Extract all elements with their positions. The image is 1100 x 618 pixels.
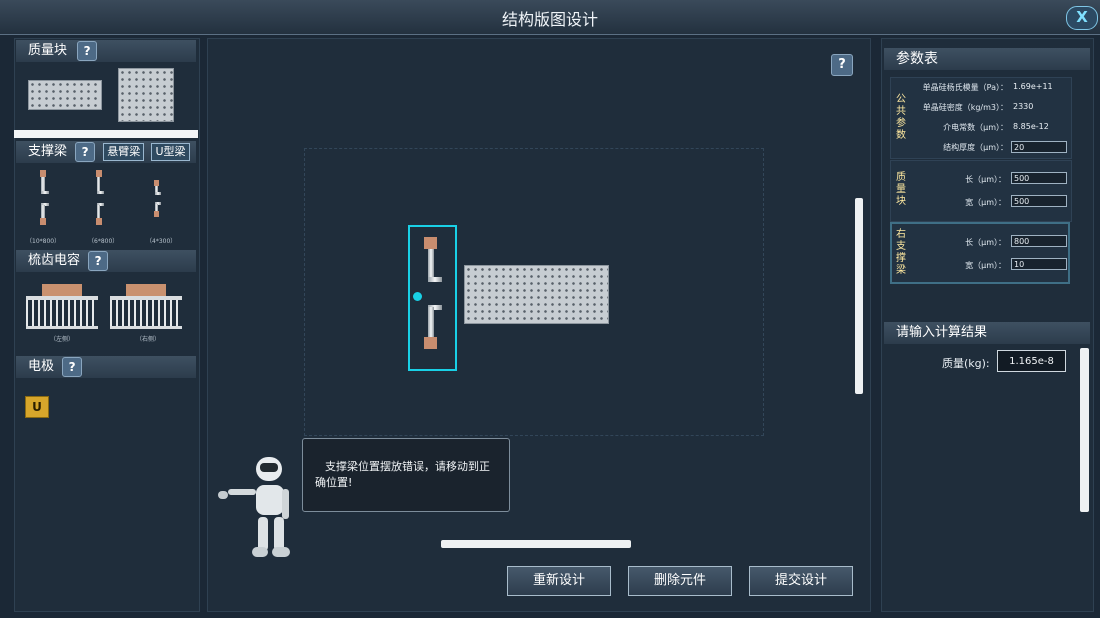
comb-right-label: （右侧） [136, 336, 161, 343]
param-thickness-input[interactable]: 20 [1011, 141, 1067, 153]
close-button[interactable]: X [1066, 6, 1098, 30]
beam-help-icon[interactable]: ? [75, 141, 96, 162]
window-title: 结构版图设计 [501, 10, 598, 29]
mass-block-thumb-2[interactable] [118, 68, 174, 122]
beam-length-input[interactable]: 800 [1011, 235, 1067, 247]
electrode-section-title: 电极 [28, 359, 55, 374]
common-params-label: 公共参数 [896, 94, 906, 141]
vertical-scrollbar[interactable] [855, 198, 863, 394]
comb-left-thumb[interactable] [26, 284, 98, 330]
beam-width-name: 宽（μm）： [965, 261, 1006, 270]
param-density-value: 2330 [1013, 102, 1034, 111]
beam-length-name: 长（μm）： [965, 238, 1006, 247]
mass-section-header: 质量块 ? [16, 40, 196, 62]
assistant-message-box: 支撑梁位置摆放错误，请移动到正确位置! [302, 438, 510, 512]
cantilever-tab[interactable]: 悬臂梁 [103, 142, 145, 161]
mass-params-label: 质量块 [896, 172, 906, 207]
placed-mass-block[interactable] [464, 265, 609, 324]
assistant-message-text: 支撑梁位置摆放错误，请移动到正确位置! [315, 460, 490, 489]
mass-params-group [890, 160, 1072, 222]
mass-block-thumb-1[interactable] [28, 80, 102, 110]
result-mass-label: 质量(kg): [942, 357, 990, 370]
param-youngs-value: 1.69e+11 [1013, 82, 1053, 91]
canvas-help-icon[interactable]: ? [831, 54, 853, 76]
comb-section-title: 梳齿电容 [28, 253, 81, 268]
electrode-help-icon[interactable]: ? [62, 356, 83, 377]
param-youngs-name: 单晶硅杨氏模量（Pa）： [922, 83, 1008, 92]
right-beam-params-group [890, 222, 1070, 284]
comb-section-header: 梳齿电容 ? [16, 250, 196, 272]
submit-design-button[interactable]: 提交设计 [749, 566, 853, 596]
comb-left-label: （左侧） [50, 336, 75, 343]
comb-help-icon[interactable]: ? [88, 250, 109, 271]
param-thickness-name: 结构厚度（μm）： [943, 143, 1008, 152]
beam-section-title: 支撑梁 [28, 144, 68, 159]
u-beam-tab[interactable]: U型梁 [151, 142, 190, 161]
right-beam-params-label: 右支撑梁 [896, 229, 906, 276]
result-scrollbar[interactable] [1080, 348, 1089, 512]
result-header: 请输入计算结果 [884, 322, 1090, 344]
comb-right-thumb[interactable] [110, 284, 182, 330]
mass-length-input[interactable]: 500 [1011, 172, 1067, 184]
beam-thumb-2-label: （6*800） [88, 238, 119, 245]
robot-assistant-icon [216, 455, 296, 561]
beam-thumb-3-label: （4*300） [146, 238, 177, 245]
beam-thumb-2[interactable] [86, 168, 114, 234]
reset-design-button[interactable]: 重新设计 [507, 566, 611, 596]
horizontal-scrollbar[interactable] [441, 540, 631, 548]
mass-help-icon[interactable]: ? [77, 40, 98, 61]
anchor-point-handle[interactable] [413, 292, 422, 301]
param-permittivity-value: 8.85e-12 [1013, 122, 1049, 131]
beam-thumb-1[interactable] [30, 168, 58, 234]
params-header: 参数表 [884, 48, 1090, 70]
mass-width-name: 宽（μm）： [965, 198, 1006, 207]
delete-component-button[interactable]: 删除元件 [628, 566, 732, 596]
result-mass-input[interactable]: 1.165e-8 [997, 350, 1066, 372]
electrode-chip-icon[interactable]: U [25, 396, 49, 418]
beam-thumb-3[interactable] [146, 178, 168, 222]
beam-section-header: 支撑梁 ? 悬臂梁 U型梁 [16, 141, 196, 163]
param-permittivity-name: 介电常数（μm）： [943, 123, 1008, 132]
beam-thumb-1-label: （10*800） [26, 238, 61, 245]
mass-section-title: 质量块 [28, 43, 68, 58]
param-density-name: 单晶硅密度（kg/m3）： [922, 103, 1008, 112]
beam-width-input[interactable]: 10 [1011, 258, 1067, 270]
mass-length-name: 长（μm）： [965, 175, 1006, 184]
palette-divider [14, 130, 198, 138]
mass-width-input[interactable]: 500 [1011, 195, 1067, 207]
electrode-section-header: 电极 ? [16, 356, 196, 378]
